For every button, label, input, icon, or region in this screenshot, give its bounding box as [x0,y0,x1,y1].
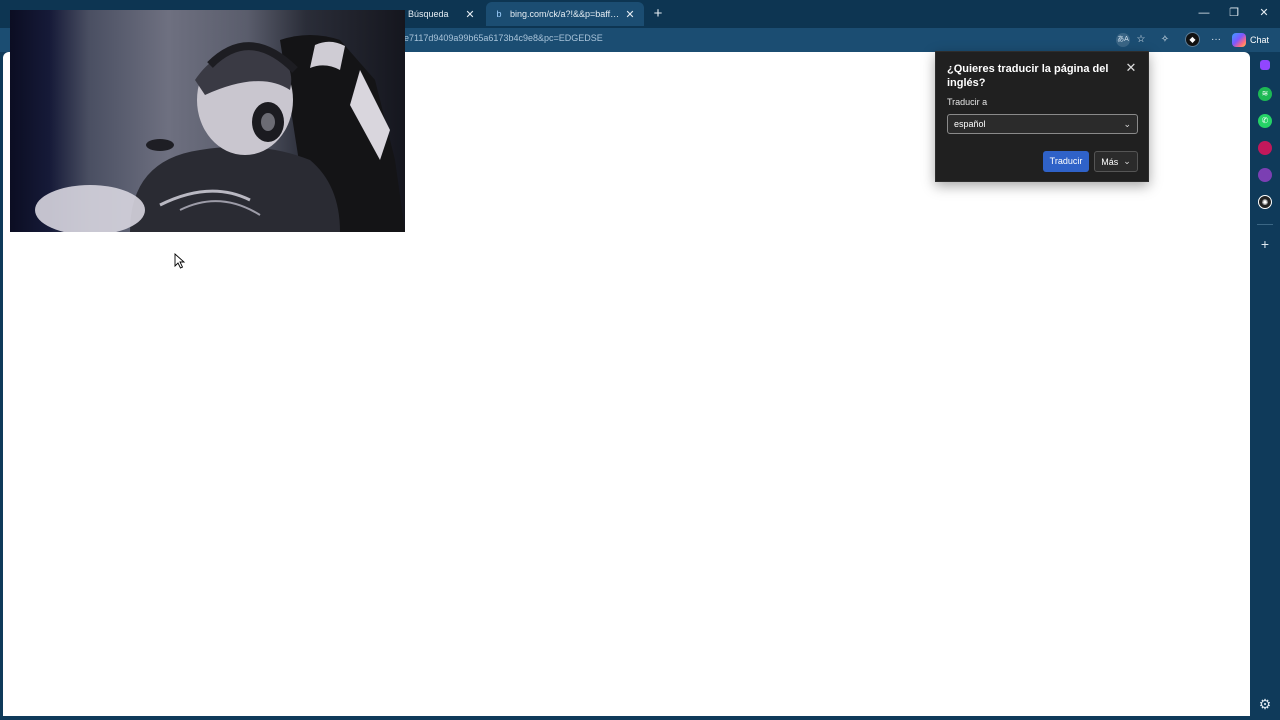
window-close-button[interactable]: ✕ [1254,4,1274,22]
translate-button[interactable]: Traducir [1043,151,1089,172]
twitch-icon[interactable] [1260,60,1270,70]
minimize-button[interactable]: — [1194,4,1214,22]
url-text[interactable]: e7117d9409a99b65a6173b4c9e8&pc=EDGEDSE [404,33,603,43]
tab-label: bing.com/ck/a?!&&p=baff4b0eaa [510,9,620,19]
tab-busqueda[interactable]: Búsqueda ✕ [400,2,484,26]
webcam-overlay [10,10,405,232]
close-tab-icon[interactable]: ✕ [464,8,476,21]
popup-subtitle: Traducir a [947,97,988,107]
popup-title: ¿Quieres traducir la página del inglés? [947,63,1109,89]
whatsapp-icon[interactable]: ✆ [1258,114,1272,128]
profile-avatar[interactable]: ◆ [1185,32,1200,47]
copilot-icon [1232,32,1246,47]
tab-label: Búsqueda [408,9,449,19]
chat-label: Chat [1250,34,1270,45]
close-icon[interactable]: ✕ [1124,61,1138,75]
openai-icon[interactable]: ✺ [1258,195,1272,209]
sidebar-divider [1257,224,1273,225]
add-icon[interactable]: + [1258,237,1272,251]
restore-button[interactable]: ❐ [1224,4,1244,22]
app-red-icon[interactable] [1258,141,1272,155]
selected-language: español [954,119,986,129]
chevron-down-icon: ⌄ [1123,156,1131,166]
webcam-image [35,35,405,232]
close-tab-icon[interactable]: ✕ [624,8,636,21]
settings-gear-icon[interactable]: ⚙ [1257,696,1273,712]
app-purple-icon[interactable] [1258,168,1272,182]
star-icon[interactable]: ☆ [1134,33,1148,47]
more-icon[interactable]: ··· [1209,33,1223,47]
chat-button[interactable]: Chat [1232,31,1269,48]
translate-icon[interactable]: あA [1116,33,1130,47]
edge-sidebar: ≋ ✆ ✺ + [1250,52,1280,716]
bing-favicon-icon: b [496,9,502,19]
new-tab-button[interactable]: + [650,6,666,22]
mouse-cursor-icon [174,253,186,269]
language-select[interactable]: español ⌄ [947,114,1138,134]
chevron-down-icon: ⌄ [1123,118,1131,129]
tab-bing[interactable]: b bing.com/ck/a?!&&p=baff4b0eaa ✕ [486,2,644,26]
more-button[interactable]: Más ⌄ [1094,151,1138,172]
more-button-label: Más [1101,156,1119,167]
translate-popup: ¿Quieres traducir la página del inglés? … [935,51,1149,182]
extensions-icon[interactable]: ✧ [1158,33,1172,47]
spotify-icon[interactable]: ≋ [1258,87,1272,101]
